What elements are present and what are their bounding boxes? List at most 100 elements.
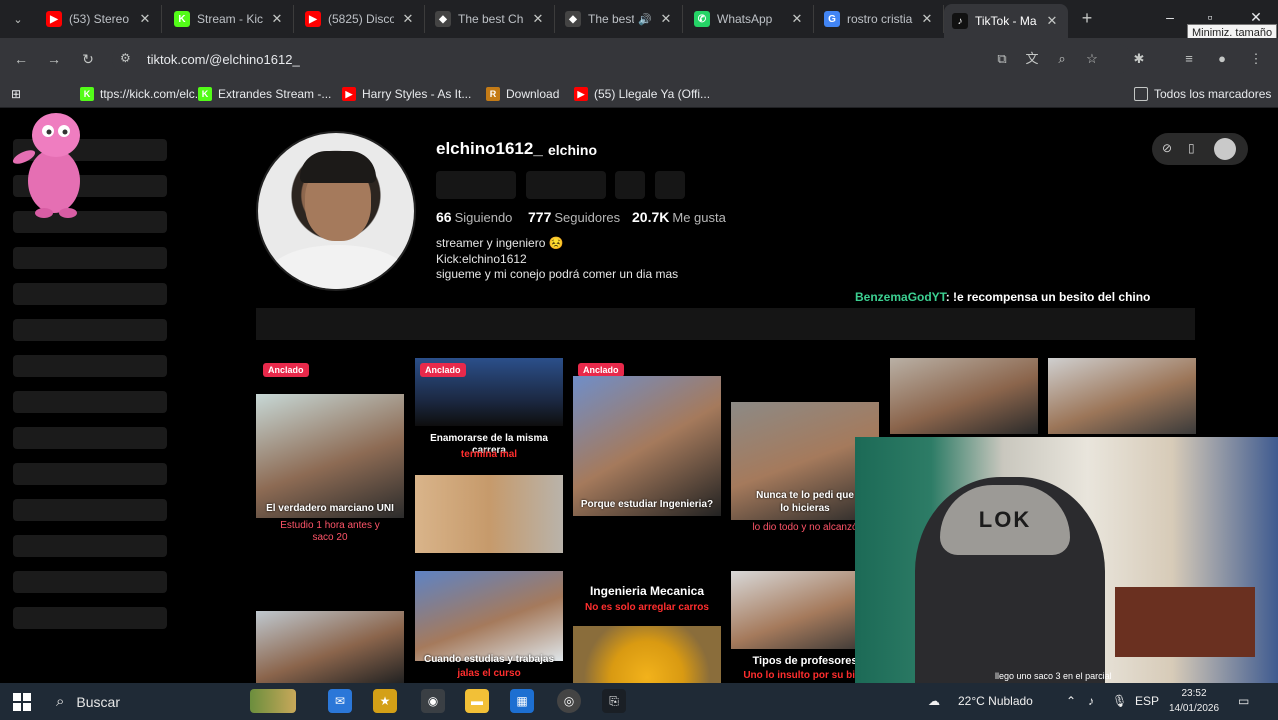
message-button-skeleton[interactable] [526, 171, 606, 199]
video-card[interactable]: Anclado El verdadero marciano UNI Estudi… [256, 358, 404, 558]
video-card[interactable] [1048, 358, 1196, 434]
following-stat[interactable]: 66 Siguiendo [436, 209, 512, 225]
video-card[interactable]: Anclado Porque estudiar Ingenieria? [573, 358, 721, 553]
browser-tab[interactable]: ✆ WhatsApp ✕ [686, 5, 814, 33]
widget-thumbnail-icon[interactable] [250, 689, 296, 713]
address-bar[interactable]: ⚙ tiktok.com/@elchino1612_ [112, 44, 1132, 74]
trophy-app-icon[interactable]: ★ [373, 689, 397, 713]
compass-icon[interactable]: ⊘ [1162, 141, 1172, 155]
new-tab-button[interactable]: + [1077, 9, 1097, 29]
bookmark-favicon-icon: K [80, 87, 94, 101]
pinned-badge: Anclado [578, 363, 624, 377]
more-button-skeleton[interactable] [655, 171, 685, 199]
browser-tab[interactable]: ♪ TikTok - Ma ✕ [944, 4, 1068, 38]
sidebar-skeleton [13, 283, 167, 305]
tab-audio-icon[interactable]: 🔊 [638, 13, 652, 26]
tab-close-icon[interactable]: ✕ [789, 11, 805, 27]
browser-tab[interactable]: ◆ The best 🔊 ✕ [557, 5, 683, 33]
tab-search-chevron-icon[interactable]: ⌄ [8, 9, 28, 29]
extensions-icon[interactable]: ✱ [1130, 50, 1148, 68]
followers-label: Seguidores [554, 210, 621, 225]
bookmark-label: Harry Styles - As It... [362, 87, 472, 101]
video-card[interactable] [890, 358, 1038, 434]
apps-grid-icon[interactable]: ⊞ [11, 85, 21, 103]
likes-count: 20.7K [632, 209, 670, 225]
file-explorer-icon[interactable]: ▬ [465, 689, 489, 713]
sidebar-skeleton [13, 391, 167, 413]
profile-avatar[interactable] [256, 131, 416, 291]
zoom-icon[interactable]: ⌕ [1053, 50, 1071, 68]
follow-button-skeleton[interactable] [436, 171, 516, 199]
browser-tab[interactable]: ▶ (5825) Disco ✕ [297, 5, 425, 33]
bookmark-star-icon[interactable]: ☆ [1083, 50, 1101, 68]
suggest-button-skeleton[interactable] [615, 171, 645, 199]
translate-icon[interactable]: 文 [1023, 50, 1041, 68]
followers-stat[interactable]: 777 Seguidores [528, 209, 620, 225]
browser-tab[interactable]: K Stream - Kick ✕ [166, 5, 294, 33]
tab-close-icon[interactable]: ✕ [658, 11, 674, 27]
pink-mascot-overlay [12, 113, 80, 218]
site-info-icon[interactable]: ⚙ [120, 51, 131, 65]
clock-date: 14/01/2026 [1168, 703, 1220, 714]
tab-close-icon[interactable]: ✕ [1044, 13, 1060, 29]
bookmark-item[interactable]: Kttps://kick.com/elc... [80, 85, 205, 103]
reload-icon[interactable]: ↻ [79, 50, 97, 68]
bookmark-item[interactable]: K Extrandes Stream -... [198, 85, 331, 103]
bookmark-item[interactable]: ▶ Harry Styles - As It... [342, 85, 471, 103]
taskbar-clock[interactable]: 23:52 14/01/2026 [1166, 686, 1222, 716]
tab-title: rostro cristia [847, 12, 913, 26]
video-caption: Ingenieria Mecanica [589, 584, 705, 598]
forward-arrow-icon[interactable]: → [45, 50, 63, 68]
webcam-desk [1115, 587, 1255, 657]
obs-icon[interactable]: ◎ [557, 689, 581, 713]
chrome-icon[interactable]: ◉ [421, 689, 445, 713]
back-arrow-icon[interactable]: ← [12, 50, 30, 68]
video-card[interactable]: Anclado Enamorarse de la misma carrera t… [415, 358, 563, 553]
store-icon[interactable]: ▦ [510, 689, 534, 713]
browser-tab[interactable]: Grostro cristia ✕ [816, 5, 944, 33]
tab-close-icon[interactable]: ✕ [137, 11, 153, 27]
tab-close-icon[interactable]: ✕ [269, 11, 285, 27]
tab-close-icon[interactable]: ✕ [919, 11, 935, 27]
tray-chevron-icon[interactable]: ⌃ [1066, 694, 1076, 708]
volume-icon[interactable]: ♪ [1088, 694, 1094, 708]
notifications-icon[interactable]: ▭ [1238, 694, 1249, 708]
video-subcaption: termina mal [460, 449, 518, 460]
browser-tab-strip: ⌄ ▶ (53) Stereo L ✕ K Stream - Kick ✕ ▶ (5825) … [0, 0, 1278, 42]
weather-icon[interactable]: ☁ [928, 694, 940, 708]
tab-title: TikTok - Ma [975, 14, 1037, 28]
tab-close-icon[interactable]: ✕ [530, 11, 546, 27]
video-card[interactable]: Cuando estudias y trabajas jalas el curs… [415, 571, 563, 683]
tab-title: Stream - Kick [197, 12, 263, 26]
bookmarks-bar: ⊞ Kttps://kick.com/elc... K Extrandes Stre… [0, 80, 1278, 108]
all-bookmarks-folder[interactable]: Todos los marcadores [1134, 85, 1271, 103]
tab-title: The best [588, 12, 635, 26]
outlook-icon[interactable]: ✉ [328, 689, 352, 713]
bookmark-item[interactable]: ▶ (55) Llegale Ya (Offi... [574, 85, 710, 103]
windows-start-icon[interactable] [13, 693, 31, 711]
app-icon[interactable]: ⎘ [602, 689, 626, 713]
sidebar-skeleton [13, 535, 167, 557]
install-app-icon[interactable]: ⧉ [993, 50, 1011, 68]
weather-text[interactable]: 22°C Nublado [958, 694, 1033, 708]
browser-tab[interactable]: ◆ The best Ch ✕ [427, 5, 555, 33]
url-text[interactable]: tiktok.com/@elchino1612_ [147, 52, 300, 67]
search-placeholder: Buscar [76, 693, 120, 710]
browser-tab[interactable]: ▶ (53) Stereo L ✕ [38, 5, 162, 33]
menu-kebab-icon[interactable]: ⋮ [1247, 50, 1265, 68]
tab-close-icon[interactable]: ✕ [400, 11, 416, 27]
profile-avatar-icon[interactable]: ● [1213, 50, 1231, 68]
video-card[interactable]: Ingenieria Mecanica No es solo arreglar … [573, 571, 721, 683]
microphone-icon[interactable]: 🎙 [1112, 694, 1127, 708]
minimize-button[interactable]: – [1160, 9, 1180, 29]
taskbar-search[interactable]: ⌕ Buscar [46, 685, 246, 718]
likes-label: Me gusta [672, 210, 726, 225]
mini-avatar-icon[interactable] [1214, 138, 1236, 160]
device-icon[interactable]: ▯ [1188, 141, 1195, 155]
tab-title: (5825) Disco [328, 12, 394, 26]
bookmark-item[interactable]: R Download [486, 85, 559, 103]
video-card[interactable] [256, 611, 404, 683]
media-control-icon[interactable]: ≡ [1180, 50, 1198, 68]
language-indicator[interactable]: ESP [1135, 694, 1159, 708]
tab-favicon-icon: ♪ [952, 13, 968, 29]
